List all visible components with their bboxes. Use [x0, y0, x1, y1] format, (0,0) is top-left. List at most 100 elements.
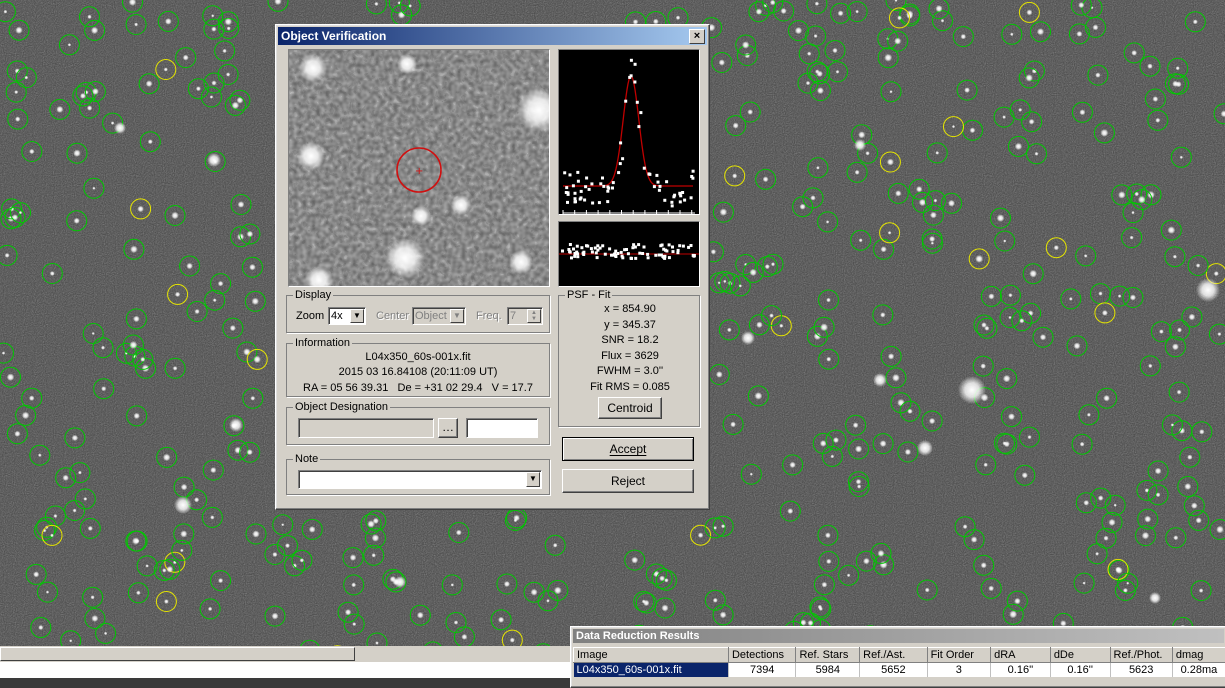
star [162, 568, 166, 572]
star [136, 591, 141, 596]
column-header[interactable]: Ref. Stars [796, 648, 860, 663]
center-select[interactable]: Object ▼ [412, 307, 466, 325]
star [1098, 291, 1102, 295]
star [145, 564, 148, 567]
star [830, 455, 834, 459]
star [1009, 610, 1017, 618]
star [92, 187, 95, 190]
star [461, 634, 467, 640]
horizontal-scrollbar[interactable] [0, 646, 570, 662]
note-select[interactable]: ▼ [298, 470, 542, 489]
star [24, 76, 28, 80]
freq-value: 7 [510, 310, 516, 322]
residual-point [594, 247, 597, 250]
bright-star [873, 373, 887, 387]
star [952, 125, 955, 128]
star [504, 581, 510, 587]
residual-point [687, 246, 690, 249]
star [247, 449, 253, 455]
star [513, 515, 520, 522]
star [888, 353, 894, 359]
psf-data-point [653, 185, 656, 188]
psf-data-point [576, 171, 579, 174]
column-header[interactable]: dmag [1172, 648, 1225, 663]
zoomed-star-image: + [289, 50, 549, 286]
psf-data-point [619, 141, 622, 144]
reject-button[interactable]: Reject [562, 469, 694, 493]
freq-spinner[interactable]: 7 ▲▼ [507, 307, 543, 325]
scrollbar-thumb[interactable] [0, 647, 355, 661]
bright-star [1196, 278, 1220, 302]
star [218, 281, 224, 287]
column-header[interactable]: Ref./Phot. [1110, 648, 1172, 663]
star [1015, 143, 1022, 150]
residual-point [576, 255, 579, 258]
star [15, 27, 22, 34]
star [661, 604, 668, 611]
star [750, 473, 753, 476]
star [163, 454, 171, 462]
star [73, 149, 81, 157]
bright-star [741, 331, 755, 345]
star [884, 54, 892, 62]
star [53, 514, 57, 518]
zoom-image-panel[interactable]: + [288, 49, 550, 287]
star [130, 246, 138, 254]
residual-point [630, 257, 633, 260]
star [720, 612, 727, 619]
star [408, 4, 412, 8]
star [226, 72, 230, 76]
star [756, 8, 763, 15]
star [1196, 263, 1200, 267]
table-row[interactable]: L04x350_60s-001x.fit73945984565230.16''0… [574, 663, 1225, 678]
star [781, 8, 787, 14]
star [19, 211, 22, 214]
residual-point [585, 244, 588, 247]
chevron-down-icon[interactable]: ▼ [350, 309, 364, 323]
star [1171, 423, 1174, 426]
column-header[interactable]: dRA [991, 648, 1051, 663]
psf-data-point [602, 185, 605, 188]
star [1029, 270, 1037, 278]
table-cell: 3 [927, 663, 991, 678]
spinner-arrows-icon[interactable]: ▲▼ [527, 309, 541, 323]
star [87, 15, 91, 19]
column-header[interactable]: dDe [1050, 648, 1110, 663]
info-filename: L04x350_60s-001x.fit [286, 351, 550, 363]
star [756, 322, 763, 329]
dialog-titlebar[interactable]: Object Verification × [278, 27, 707, 45]
star [4, 10, 8, 14]
star [988, 586, 994, 592]
column-header[interactable]: Fit Order [927, 648, 991, 663]
residual-point [682, 245, 685, 248]
results-titlebar[interactable]: Data Reduction Results [573, 629, 1224, 643]
designation-code-input[interactable] [466, 418, 538, 438]
psf-data-point [679, 193, 682, 196]
zoom-select[interactable]: 4x ▼ [328, 307, 366, 325]
star [510, 638, 515, 643]
star [374, 2, 378, 6]
column-header[interactable]: Detections [728, 648, 795, 663]
chevron-down-icon[interactable]: ▼ [526, 472, 540, 487]
star [87, 105, 92, 110]
star [1003, 239, 1006, 242]
column-header[interactable]: Image [574, 648, 729, 663]
star [132, 537, 140, 545]
star [1087, 413, 1091, 417]
close-button[interactable]: × [689, 29, 705, 44]
designation-input[interactable] [298, 418, 434, 438]
accept-button[interactable]: Accept [562, 437, 694, 461]
star [83, 497, 87, 501]
star [46, 591, 49, 594]
residual-point [616, 252, 619, 255]
star [1172, 81, 1178, 87]
star [1002, 115, 1006, 119]
residual-point [591, 251, 594, 254]
psf-fit-curve [563, 76, 693, 186]
star [732, 173, 737, 178]
centroid-button[interactable]: Centroid [598, 397, 662, 419]
designation-browse-button[interactable]: … [438, 418, 458, 438]
column-header[interactable]: Ref./Ast. [860, 648, 927, 663]
star [1098, 495, 1104, 501]
chevron-down-icon[interactable]: ▼ [450, 309, 464, 323]
